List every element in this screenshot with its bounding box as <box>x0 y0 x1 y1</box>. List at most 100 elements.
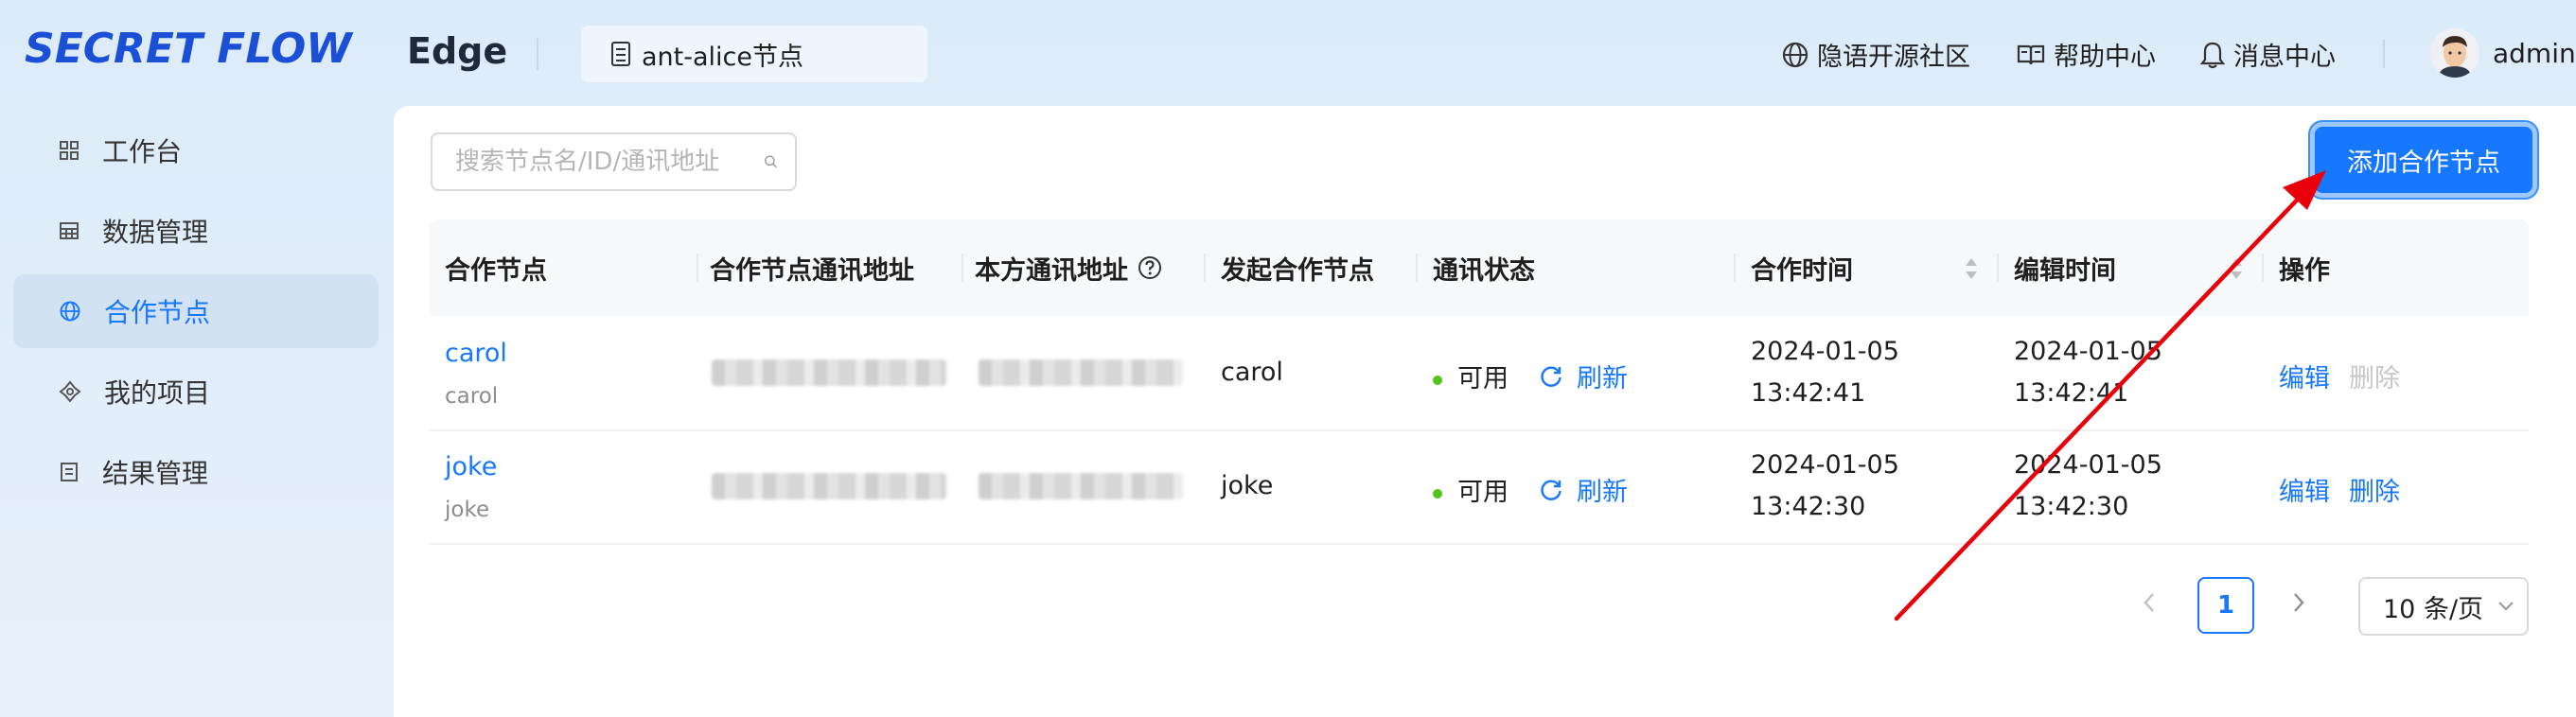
project-icon <box>59 380 81 403</box>
node-id: joke <box>445 498 490 522</box>
column-header-sortable[interactable]: 合作时间 <box>1751 219 1853 316</box>
help-center-link[interactable]: 帮助中心 <box>2016 36 2156 73</box>
node-selector-label: ant-alice节点 <box>642 42 803 72</box>
column-separator <box>1997 254 1999 282</box>
username[interactable]: admin <box>2493 38 2576 69</box>
edit-button[interactable]: 编辑 <box>2279 471 2330 508</box>
refresh-icon <box>1541 480 1561 500</box>
community-link-label: 隐语开源社区 <box>1817 43 1970 72</box>
message-center-link[interactable]: 消息中心 <box>2199 36 2336 73</box>
redacted-self-address <box>979 473 1183 499</box>
edit-date: 2024-01-05 <box>2014 337 2162 366</box>
column-header-with-help: 本方通讯地址 <box>975 219 1162 316</box>
chevron-right-icon <box>2294 593 2304 612</box>
sidebar-item-my-projects[interactable]: 我的项目 <box>13 355 379 428</box>
edit-time: 13:42:30 <box>2014 492 2129 521</box>
column-separator <box>962 254 963 282</box>
divider <box>537 38 538 70</box>
help-center-label: 帮助中心 <box>2054 43 2156 72</box>
community-link[interactable]: 隐语开源社区 <box>1781 36 1970 73</box>
logo-text: SECRET FLOW <box>25 25 354 73</box>
globe-icon <box>1782 42 1808 67</box>
app-title: Edge <box>407 30 508 72</box>
sort-icon[interactable] <box>1963 255 1980 282</box>
page-size-select[interactable]: 10 条/页 <box>2358 577 2529 636</box>
redacted-partner-address <box>712 359 946 386</box>
refresh-icon <box>1541 366 1561 387</box>
edit-date: 2024-01-05 <box>2014 450 2162 480</box>
search-input[interactable] <box>453 147 764 177</box>
redacted-partner-address <box>712 473 946 499</box>
pagination-page-current[interactable]: 1 <box>2197 577 2254 634</box>
result-icon <box>61 463 78 481</box>
column-separator <box>697 254 698 282</box>
page-size-value: 10 条/页 <box>2383 594 2484 624</box>
column-separator <box>1204 254 1206 282</box>
table-row: joke joke joke 可用 刷新 2024-01-05 13:42:30… <box>430 429 2529 545</box>
coop-date: 2024-01-05 <box>1751 450 1899 480</box>
status-dot <box>1433 488 1442 498</box>
status-text: 可用 <box>1457 478 1509 507</box>
column-header-label: 本方通讯地址 <box>975 255 1128 286</box>
initiator-node: joke <box>1221 471 1274 500</box>
sidebar-item-result-management[interactable]: 结果管理 <box>13 435 379 509</box>
avatar[interactable] <box>2430 28 2479 78</box>
sidebar-item-workbench[interactable]: 工作台 <box>13 114 379 187</box>
node-id: carol <box>445 384 499 409</box>
edit-time: 13:42:41 <box>2014 378 2129 408</box>
column-header-label: 合作时间 <box>1751 255 1853 286</box>
sidebar-item-partner-nodes[interactable]: 合作节点 <box>13 274 379 348</box>
dashboard-icon <box>60 141 79 160</box>
redacted-self-address <box>979 359 1183 386</box>
column-separator <box>2262 254 2264 282</box>
book-icon <box>2017 44 2045 64</box>
delete-button-disabled: 删除 <box>2349 364 2400 393</box>
pagination-next[interactable] <box>2290 590 2307 621</box>
edit-button[interactable]: 编辑 <box>2279 358 2330 394</box>
column-header: 通讯状态 <box>1433 255 1535 286</box>
sort-icon[interactable] <box>2228 255 2245 282</box>
coop-date: 2024-01-05 <box>1751 337 1899 366</box>
table-header: 合作节点 合作节点通讯地址 本方通讯地址 发起合作节点 通讯状态 合作时间 编辑… <box>430 219 2529 316</box>
secretflow-logo: SECRET FLOW <box>25 25 354 73</box>
refresh-button[interactable]: 刷新 <box>1539 471 1628 508</box>
status-indicator: 可用 <box>1433 471 1509 508</box>
divider <box>2383 40 2385 68</box>
column-separator <box>1734 254 1736 282</box>
search-box[interactable] <box>431 132 797 191</box>
sidebar-item-label: 合作节点 <box>104 297 211 328</box>
sidebar-item-label: 数据管理 <box>102 217 209 248</box>
table-row: carol carol carol 可用 刷新 2024-01-05 13:42… <box>430 316 2529 431</box>
coop-time: 13:42:41 <box>1751 378 1866 408</box>
column-header: 合作节点通讯地址 <box>710 255 914 286</box>
globe-icon <box>60 301 80 322</box>
status-indicator: 可用 <box>1433 358 1509 394</box>
sidebar-item-label: 工作台 <box>102 136 183 167</box>
add-partner-node-button[interactable]: 添加合作节点 <box>2315 127 2532 193</box>
chevron-left-icon <box>2144 593 2154 612</box>
server-icon <box>611 42 630 66</box>
sidebar-item-label: 结果管理 <box>102 458 209 489</box>
user-avatar-icon <box>2430 28 2479 78</box>
refresh-label: 刷新 <box>1577 364 1628 393</box>
status-text: 可用 <box>1457 364 1509 393</box>
refresh-button[interactable]: 刷新 <box>1539 358 1628 394</box>
refresh-label: 刷新 <box>1577 478 1628 507</box>
pagination-prev[interactable] <box>2141 590 2158 621</box>
node-selector[interactable]: ant-alice节点 <box>581 26 927 82</box>
column-header: 操作 <box>2279 255 2330 286</box>
question-circle-icon[interactable] <box>1138 255 1162 280</box>
message-center-label: 消息中心 <box>2233 43 2336 72</box>
initiator-node: carol <box>1221 358 1283 387</box>
sidebar-item-label: 我的项目 <box>104 377 211 409</box>
delete-button[interactable]: 删除 <box>2349 471 2400 508</box>
column-header-sortable[interactable]: 编辑时间 <box>2014 219 2116 316</box>
node-name-link[interactable]: joke <box>445 452 497 481</box>
node-name-link[interactable]: carol <box>445 339 507 368</box>
column-header: 发起合作节点 <box>1221 255 1374 286</box>
column-separator <box>1416 254 1418 282</box>
coop-time: 13:42:30 <box>1751 492 1866 521</box>
sidebar-item-data-management[interactable]: 数据管理 <box>13 194 379 268</box>
column-header: 合作节点 <box>445 255 547 286</box>
search-icon[interactable] <box>764 149 778 174</box>
